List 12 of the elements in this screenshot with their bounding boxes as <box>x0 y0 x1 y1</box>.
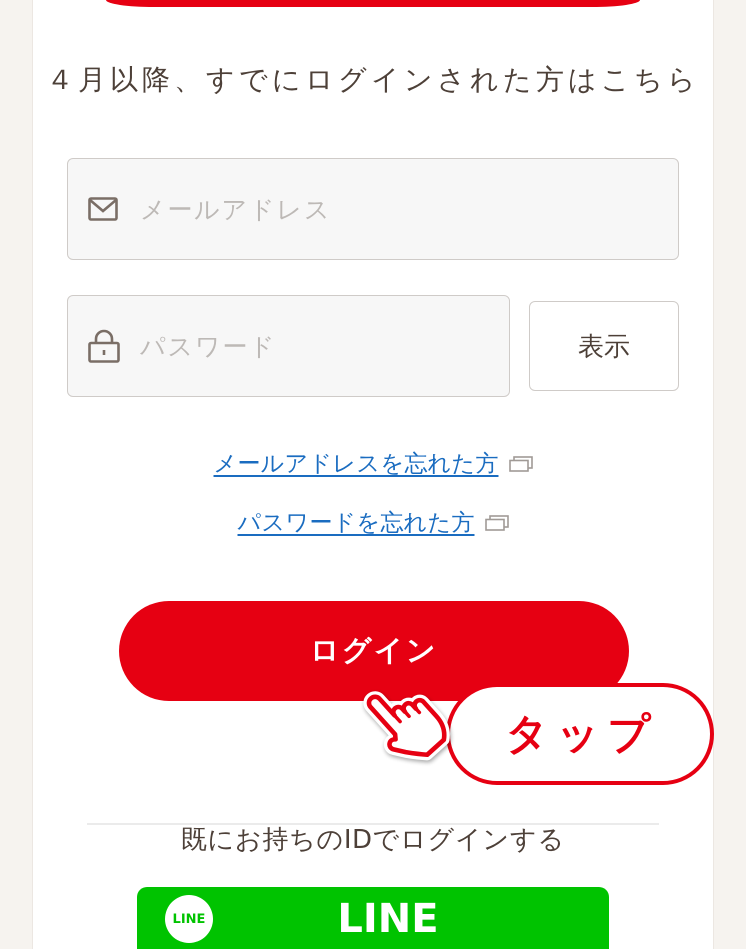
help-link[interactable]: メールアドレスを忘れた方 <box>214 449 498 479</box>
lock-icon <box>88 329 120 363</box>
login-button[interactable]: ログイン <box>119 601 629 701</box>
password-field[interactable]: パスワード <box>67 295 510 397</box>
email-field[interactable]: メールアドレス <box>67 158 679 260</box>
show-password-button[interactable]: 表示 <box>529 301 679 391</box>
tap-callout: タップ <box>446 683 714 785</box>
help-link[interactable]: パスワードを忘れた方 <box>238 508 474 538</box>
line-logo: LINE <box>165 895 213 943</box>
section-heading: ４月以降、すでにログインされた方はこちら <box>45 62 701 98</box>
social-login-heading: 既にお持ちのIDでログインする <box>180 825 566 855</box>
envelope-icon <box>88 197 118 221</box>
